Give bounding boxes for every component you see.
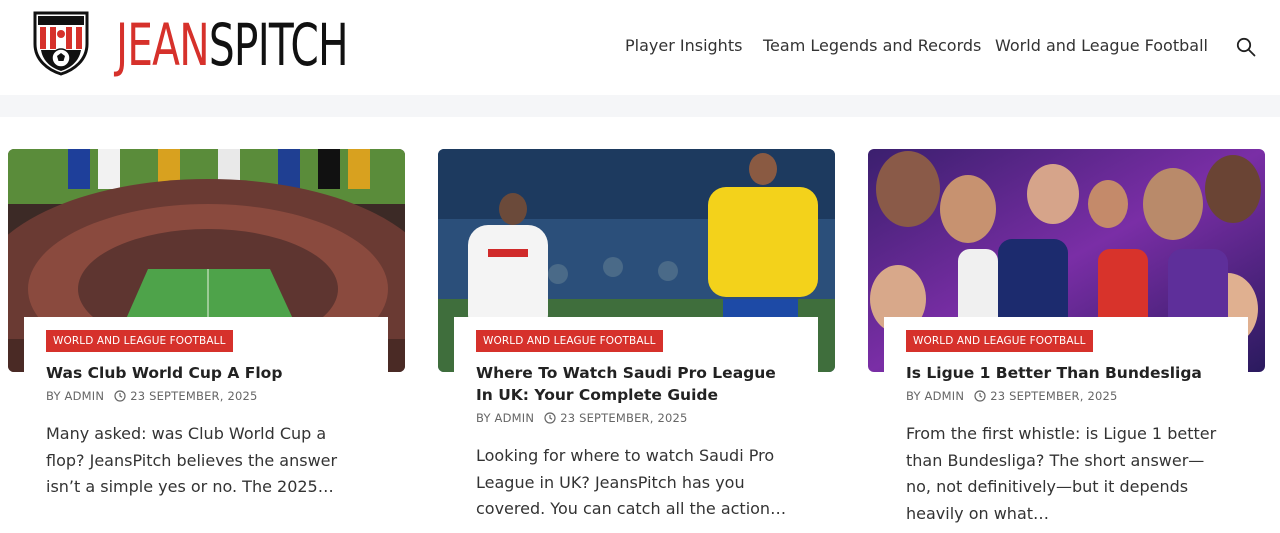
- logo-text-black: SPITCH: [208, 11, 349, 79]
- post-date: 23 SEPTEMBER, 2025: [130, 389, 258, 403]
- search-icon[interactable]: [1236, 37, 1256, 57]
- clock-icon: [544, 412, 556, 424]
- post-card-body: WORLD AND LEAGUE FOOTBALL Was Club World…: [24, 317, 388, 501]
- post-meta: BY ADMIN 23 SEPTEMBER, 2025: [46, 389, 366, 403]
- site-logo[interactable]: JEANSPITCH: [32, 10, 349, 78]
- logo-wordmark: JEANSPITCH: [116, 11, 349, 79]
- nav-item-world-league[interactable]: World and League Football: [995, 35, 1208, 57]
- post-excerpt: Many asked: was Club World Cup a flop? J…: [46, 424, 338, 496]
- nav-item-player-insights[interactable]: Player Insights: [625, 35, 742, 57]
- post-date: 23 SEPTEMBER, 2025: [990, 389, 1118, 403]
- category-badge[interactable]: WORLD AND LEAGUE FOOTBALL: [476, 330, 663, 352]
- logo-text-red: JEAN: [116, 11, 210, 79]
- post-title[interactable]: Is Ligue 1 Better Than Bundesliga: [906, 362, 1226, 384]
- post-author[interactable]: BY ADMIN: [906, 389, 964, 403]
- post-meta: BY ADMIN 23 SEPTEMBER, 2025: [476, 411, 796, 425]
- post-card-body: WORLD AND LEAGUE FOOTBALL Is Ligue 1 Bet…: [884, 317, 1248, 527]
- shield-logo-icon: [33, 11, 89, 76]
- clock-icon: [114, 390, 126, 402]
- post-title[interactable]: Was Club World Cup A Flop: [46, 362, 366, 384]
- post-title[interactable]: Where To Watch Saudi Pro League In UK: Y…: [476, 362, 796, 406]
- post-meta: BY ADMIN 23 SEPTEMBER, 2025: [906, 389, 1226, 403]
- post-author[interactable]: BY ADMIN: [46, 389, 104, 403]
- nav-item-team-legends[interactable]: Team Legends and Records: [763, 35, 981, 57]
- site-header: JEANSPITCH Player Insights Team Legends …: [0, 0, 1280, 95]
- category-badge[interactable]: WORLD AND LEAGUE FOOTBALL: [906, 330, 1093, 352]
- post-date: 23 SEPTEMBER, 2025: [560, 411, 688, 425]
- post-author[interactable]: BY ADMIN: [476, 411, 534, 425]
- post-excerpt: Looking for where to watch Saudi Pro Lea…: [476, 446, 787, 518]
- header-divider-band: [0, 95, 1280, 117]
- clock-icon: [974, 390, 986, 402]
- category-badge[interactable]: WORLD AND LEAGUE FOOTBALL: [46, 330, 233, 352]
- post-card-body: WORLD AND LEAGUE FOOTBALL Where To Watch…: [454, 317, 818, 523]
- post-excerpt: From the first whistle: is Ligue 1 bette…: [906, 424, 1217, 523]
